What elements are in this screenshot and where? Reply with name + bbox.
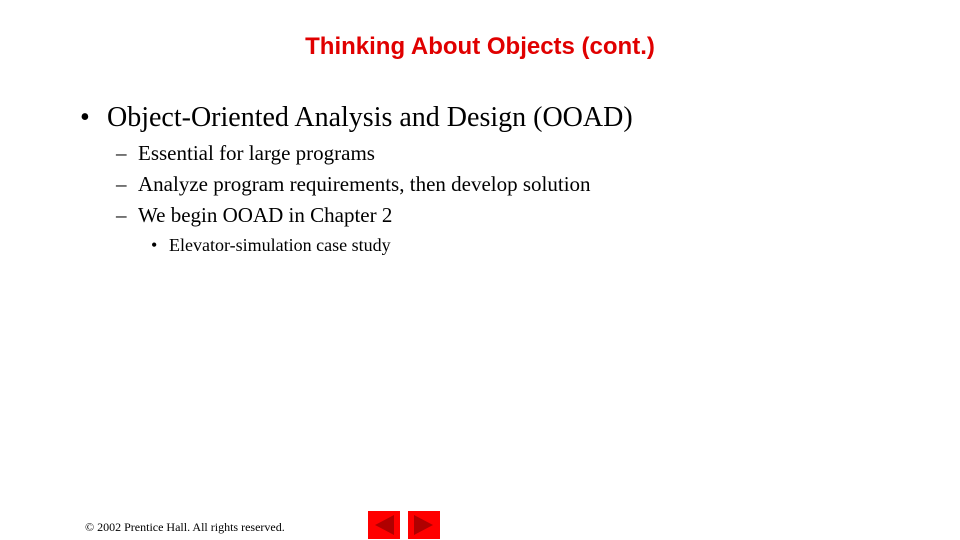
slide-title: Thinking About Objects (cont.) [305, 33, 655, 60]
bullet-main: • Object-Oriented Analysis and Design (OO… [80, 102, 633, 134]
previous-slide-button[interactable] [368, 511, 400, 539]
sub-bullet: – Analyze program requirements, then deve… [116, 172, 591, 197]
sub-sub-bullet: • Elevator-simulation case study [151, 235, 391, 256]
right-arrow-icon [414, 515, 433, 535]
left-arrow-icon [375, 515, 394, 535]
next-slide-button[interactable] [408, 511, 440, 539]
copyright-footer: © 2002 Prentice Hall. All rights reserve… [85, 520, 285, 534]
sub-sub-bullet-text: Elevator-simulation case study [169, 235, 391, 255]
bullet-text: Object-Oriented Analysis and Design (OOA… [107, 102, 633, 133]
sub-bullet: – We begin OOAD in Chapter 2 [116, 203, 392, 228]
sub-bullet-text: We begin OOAD in Chapter 2 [138, 203, 393, 227]
sub-bullet-text: Essential for large programs [138, 141, 375, 165]
bullet-marker: • [151, 235, 158, 255]
bullet-marker: • [80, 102, 90, 133]
dash-marker: – [116, 203, 127, 227]
dash-marker: – [116, 172, 127, 196]
dash-marker: – [116, 141, 127, 165]
sub-bullet-text: Analyze program requirements, then devel… [138, 172, 591, 196]
sub-bullet: – Essential for large programs [116, 141, 375, 166]
